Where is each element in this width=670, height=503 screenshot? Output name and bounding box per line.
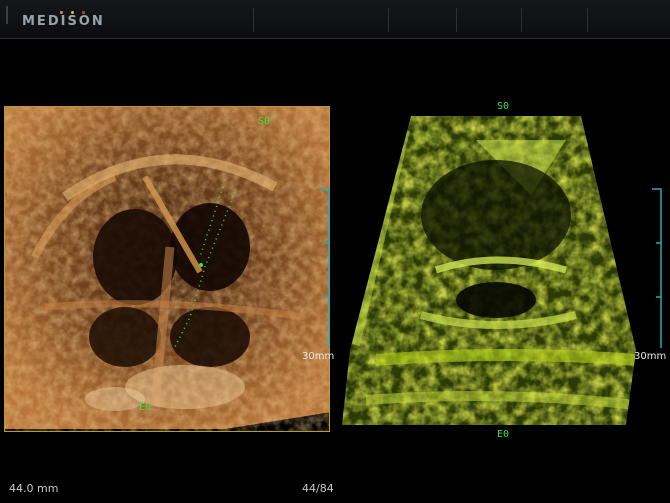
depth-readout: 44.0 mm [9, 482, 59, 495]
right-depth-scale [652, 188, 662, 348]
brand-logo: MEDISON [22, 14, 105, 29]
right-scale-label: 30mm [634, 351, 667, 362]
toolbar-separator [456, 8, 457, 32]
left-depth-scale [320, 188, 330, 348]
frame-counter: 44/84 [302, 482, 334, 495]
right-ultrasound-view[interactable] [336, 100, 668, 440]
left-end-marker: E0 [139, 402, 152, 413]
left-scale-label: 30mm [302, 351, 335, 362]
toolbar-separator [253, 8, 254, 32]
right-ultrasound-image [342, 116, 636, 425]
right-end-marker: E0 [497, 429, 510, 440]
left-ultrasound-view[interactable]: S0 E0 [4, 106, 330, 432]
top-toolbar: MEDISON [0, 0, 670, 39]
left-start-marker: S0 [258, 116, 271, 127]
toolbar-separator [388, 8, 389, 32]
toolbar-edge-marker [6, 6, 8, 24]
toolbar-separator [521, 8, 522, 32]
toolbar-separator [587, 8, 588, 32]
right-start-marker: S0 [497, 101, 510, 112]
left-ultrasound-image [5, 107, 329, 431]
